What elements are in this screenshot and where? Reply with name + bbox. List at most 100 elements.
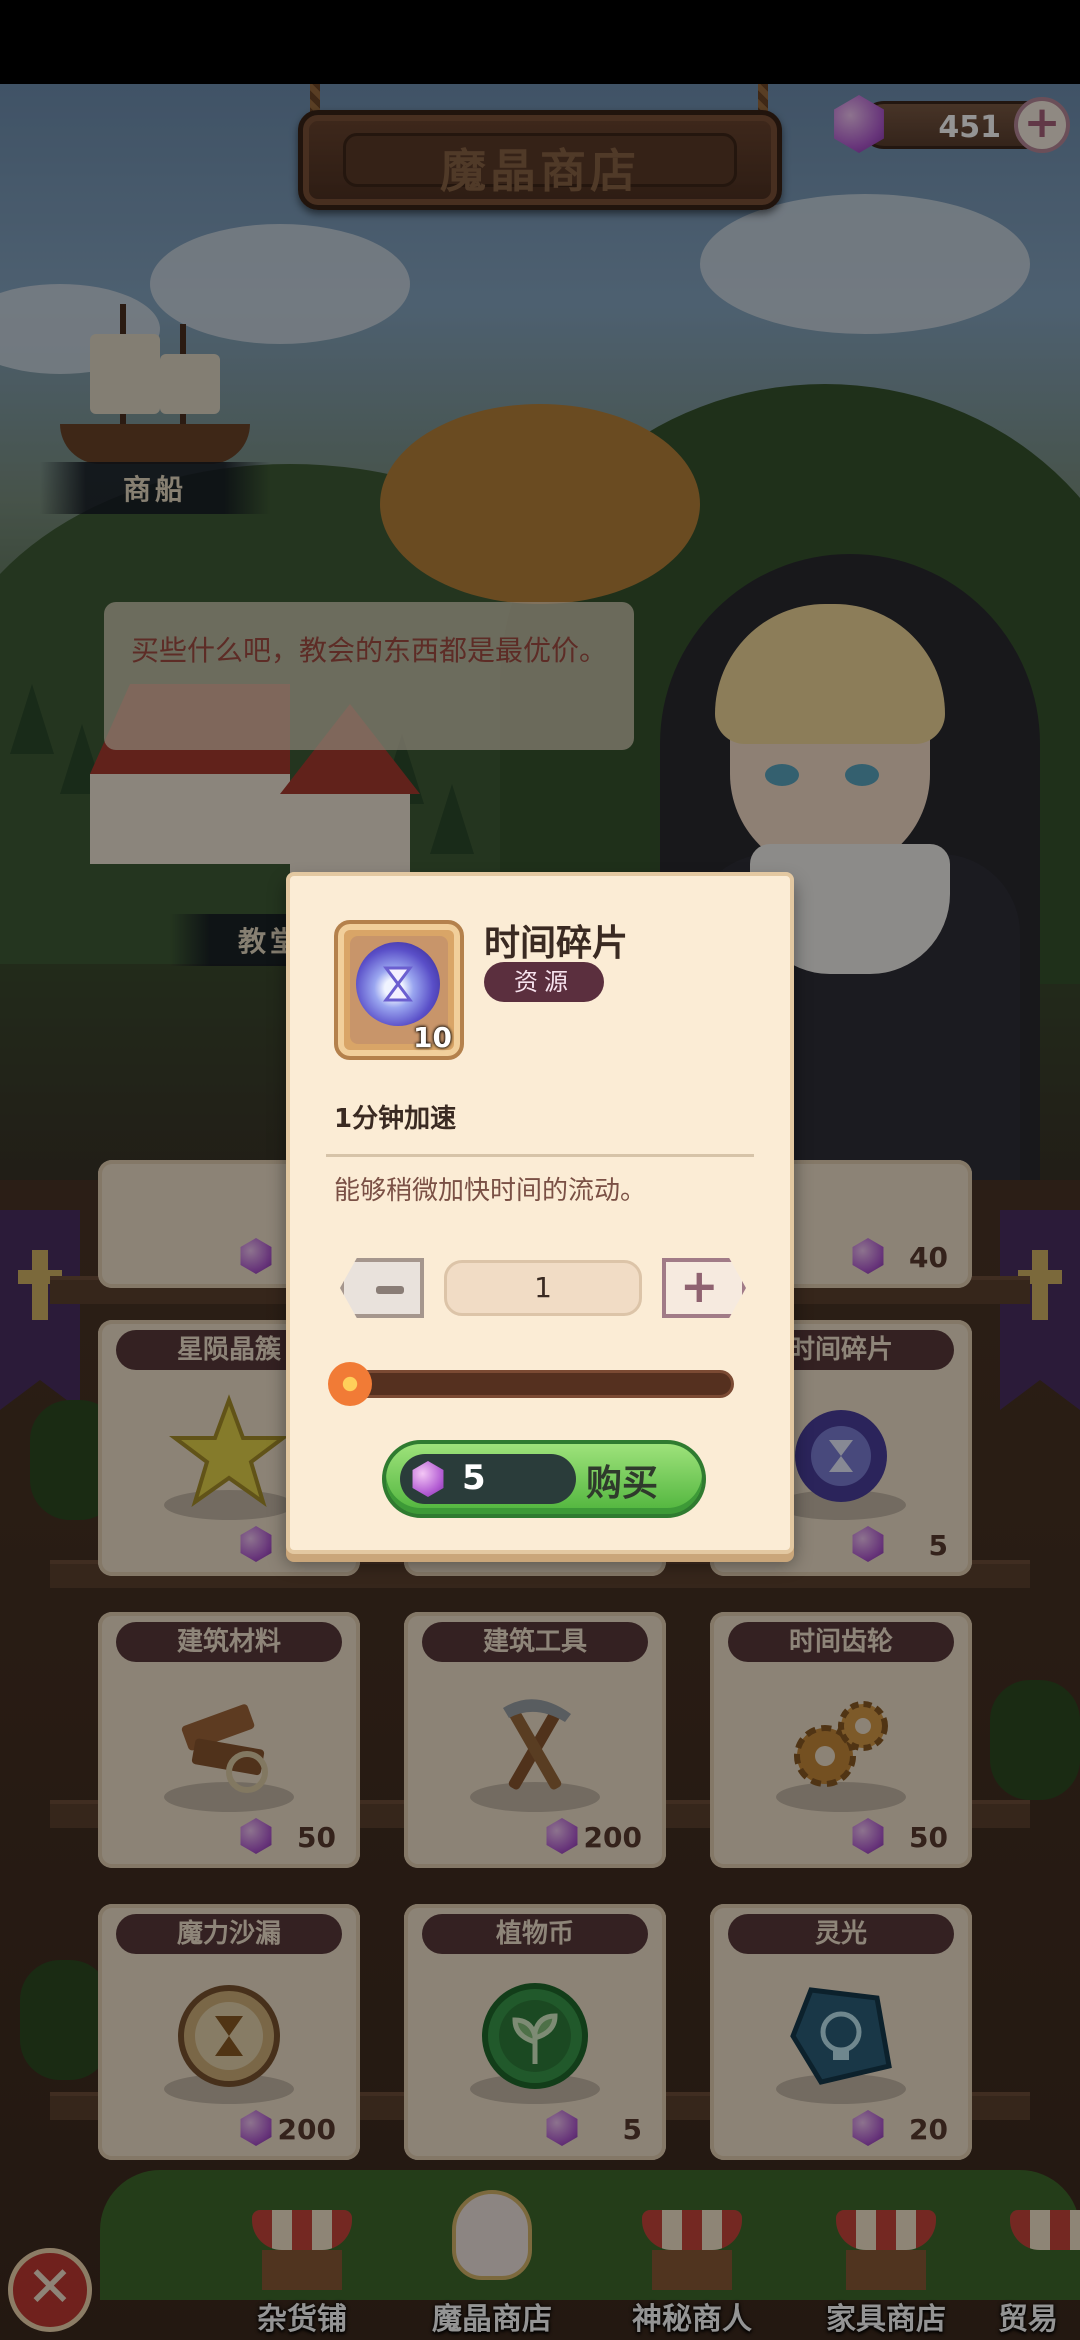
foliage bbox=[20, 1960, 110, 2080]
slider-handle-flower-icon[interactable] bbox=[328, 1362, 372, 1406]
item-description: 能够稍微加快时间的流动。 bbox=[334, 1176, 647, 1206]
price-pill: 5 bbox=[400, 1454, 576, 1504]
spirit-light-icon bbox=[781, 1976, 901, 2096]
cross-icon bbox=[32, 1250, 48, 1320]
magic-crystal-icon bbox=[852, 1526, 884, 1562]
magic-crystal-icon bbox=[852, 2110, 884, 2146]
foliage bbox=[990, 1680, 1080, 1800]
church-wall bbox=[90, 774, 290, 864]
card-price: 5 bbox=[928, 1529, 948, 1562]
buy-label: 购买 bbox=[586, 1463, 659, 1504]
cloud bbox=[700, 194, 1030, 334]
magic-crystal-icon bbox=[852, 1238, 884, 1274]
hourglass-orb-icon bbox=[781, 1392, 901, 1512]
cross-icon bbox=[1032, 1250, 1048, 1320]
church-banner bbox=[0, 1210, 80, 1410]
card-price: 50 bbox=[909, 1821, 948, 1854]
nun-eye bbox=[845, 764, 879, 786]
nav-label: 魔晶商店 bbox=[432, 2302, 552, 2337]
nav-furniture-shop[interactable]: 家具商店 bbox=[796, 2200, 976, 2340]
nav-label: 杂货铺 bbox=[257, 2302, 347, 2337]
buy-button[interactable]: 5 购买 bbox=[382, 1440, 706, 1518]
item-category-tag: 资源 bbox=[484, 962, 604, 1002]
magic-crystal-icon bbox=[852, 1818, 884, 1854]
time-gears-icon bbox=[781, 1684, 901, 1804]
card-price: 50 bbox=[297, 1821, 336, 1854]
magic-crystal-icon bbox=[546, 2110, 578, 2146]
status-bar bbox=[0, 0, 1080, 84]
stall-icon bbox=[262, 2250, 342, 2290]
nav-crystal-shop[interactable]: 魔晶商店 bbox=[402, 2190, 582, 2340]
minus-icon bbox=[376, 1286, 404, 1294]
nun-eye bbox=[765, 764, 799, 786]
item-name: 时间碎片 bbox=[484, 923, 629, 964]
shop-title-plaque: 魔晶商店 bbox=[298, 110, 782, 210]
close-button[interactable]: ✕ bbox=[8, 2248, 92, 2332]
shop-card[interactable]: 时间齿轮 50 bbox=[710, 1612, 972, 1868]
star-crystal-icon bbox=[169, 1392, 289, 1512]
nav-trade[interactable]: 贸易 bbox=[990, 2200, 1080, 2340]
nav-mysterious-merchant[interactable]: 神秘商人 bbox=[602, 2200, 782, 2340]
shop-card[interactable]: 建筑材料 50 bbox=[98, 1612, 360, 1868]
ship-sail bbox=[160, 354, 220, 414]
shop-card[interactable]: 植物币 5 bbox=[404, 1904, 666, 2160]
item-effect: 1分钟加速 bbox=[334, 1104, 457, 1134]
item-quantity: 10 bbox=[413, 1021, 452, 1054]
magic-hourglass-icon bbox=[169, 1976, 289, 2096]
shop-card[interactable]: 建筑工具 200 bbox=[404, 1612, 666, 1868]
building-materials-icon bbox=[169, 1684, 289, 1804]
quantity-input[interactable]: 1 bbox=[444, 1260, 642, 1316]
divider bbox=[326, 1154, 754, 1157]
card-name: 建筑材料 bbox=[116, 1622, 342, 1662]
card-name: 魔力沙漏 bbox=[116, 1914, 342, 1954]
stall-icon bbox=[652, 2250, 732, 2290]
decrease-quantity-button[interactable] bbox=[340, 1258, 424, 1318]
close-x-icon: ✕ bbox=[26, 2255, 74, 2320]
card-price: 5 bbox=[622, 2113, 642, 2146]
card-price: 40 bbox=[909, 1241, 948, 1274]
card-name: 植物币 bbox=[422, 1914, 648, 1954]
shop-card[interactable]: 魔力沙漏 200 bbox=[98, 1904, 360, 2160]
stall-icon bbox=[846, 2250, 926, 2290]
plus-icon: + bbox=[1023, 97, 1061, 148]
ship-hull bbox=[60, 424, 250, 464]
page-title: 魔晶商店 bbox=[440, 144, 640, 198]
add-currency-button[interactable]: + bbox=[1014, 97, 1070, 153]
church-banner bbox=[1000, 1210, 1080, 1410]
card-price: 20 bbox=[909, 2113, 948, 2146]
shop-card[interactable]: 灵光 20 bbox=[710, 1904, 972, 2160]
ship-sail bbox=[90, 334, 160, 414]
pine-tree bbox=[10, 684, 54, 754]
increase-quantity-button[interactable]: + bbox=[662, 1258, 746, 1318]
nav-label: 家具商店 bbox=[826, 2302, 946, 2337]
building-tools-icon bbox=[475, 1684, 595, 1804]
nav-label: 神秘商人 bbox=[632, 2302, 752, 2337]
stall-icon bbox=[836, 2210, 936, 2250]
card-price: 200 bbox=[583, 1821, 642, 1854]
magic-crystal-icon bbox=[240, 1526, 272, 1562]
buy-price: 5 bbox=[462, 1458, 486, 1498]
hourglass-orb-icon bbox=[356, 942, 440, 1026]
purchase-dialog: 10 时间碎片 资源 1分钟加速 能够稍微加快时间的流动。 1 + 5 购买 bbox=[286, 872, 794, 1554]
merchant-ship[interactable] bbox=[40, 284, 260, 484]
magic-crystal-icon bbox=[240, 1238, 272, 1274]
stall-icon bbox=[642, 2210, 742, 2250]
nav-label: 贸易 bbox=[998, 2302, 1058, 2337]
stall-icon bbox=[1010, 2210, 1080, 2250]
magic-crystal-icon bbox=[240, 1818, 272, 1854]
bottom-nav: 杂货铺 魔晶商店 神秘商人 家具商店 贸易 bbox=[0, 2160, 1080, 2340]
magic-crystal-icon bbox=[412, 1461, 444, 1497]
plant-coin-icon bbox=[475, 1976, 595, 2096]
ship-label[interactable]: 商船 bbox=[40, 462, 270, 514]
card-name: 建筑工具 bbox=[422, 1622, 648, 1662]
card-name: 灵光 bbox=[728, 1914, 954, 1954]
card-name: 时间齿轮 bbox=[728, 1622, 954, 1662]
item-frame: 10 bbox=[334, 920, 464, 1060]
magic-crystal-icon bbox=[546, 1818, 578, 1854]
magic-crystal-icon bbox=[240, 2110, 272, 2146]
quantity-slider[interactable] bbox=[342, 1370, 734, 1398]
crystal-currency: 451 + bbox=[830, 95, 1070, 155]
card-price: 200 bbox=[277, 2113, 336, 2146]
nav-grocery[interactable]: 杂货铺 bbox=[212, 2200, 392, 2340]
stall-icon bbox=[252, 2210, 352, 2250]
